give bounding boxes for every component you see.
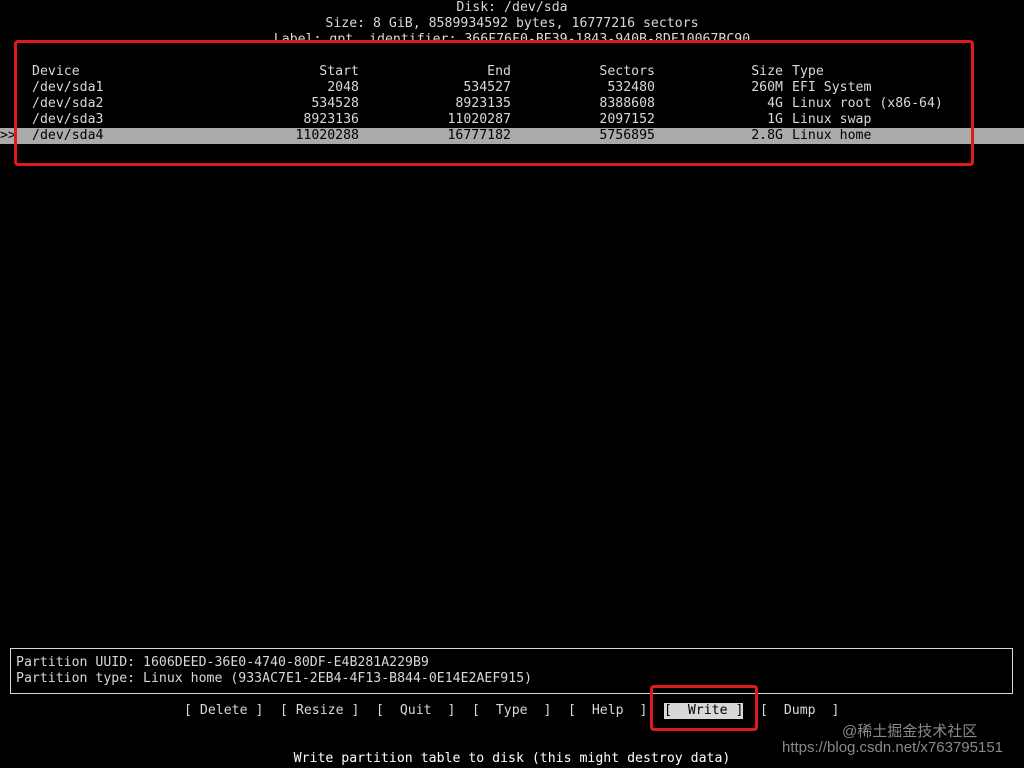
row-type: Linux swap [792, 112, 872, 127]
col-size: Size [751, 64, 783, 79]
help-button[interactable]: [ Help ] [568, 703, 647, 719]
delete-button[interactable]: [ Delete ] [184, 703, 263, 719]
resize-button[interactable]: [ Resize ] [280, 703, 359, 719]
row-device: /dev/sda2 [32, 96, 104, 111]
watermark-line1: @稀土掘金技术社区 [842, 723, 978, 740]
disk-label: Label: gpt, identifier: 366F76F0-BE39-18… [273, 32, 751, 47]
row-size: 1G [767, 112, 783, 127]
write-button[interactable]: [ Write ] [664, 703, 744, 719]
row-start: 534528 [311, 96, 359, 111]
row-sectors: 5756895 [599, 128, 655, 143]
row-sectors: 2097152 [599, 112, 655, 127]
selection-marker: >> [0, 128, 16, 143]
col-device: Device [32, 64, 80, 79]
disk-size: Size: 8 GiB, 8589934592 bytes, 16777216 … [325, 16, 699, 31]
row-start: 8923136 [303, 112, 359, 127]
col-end: End [487, 64, 511, 79]
partition-type: Partition type: Linux home (933AC7E1-2EB… [16, 671, 533, 686]
row-type: EFI System [792, 80, 872, 95]
row-sectors: 8388608 [599, 96, 655, 111]
col-type: Type [792, 64, 824, 79]
row-end: 11020287 [447, 112, 511, 127]
disk-title: Disk: /dev/sda [456, 0, 568, 15]
row-device: /dev/sda4 [32, 128, 104, 143]
row-end: 16777182 [447, 128, 511, 143]
row-size: 4G [767, 96, 783, 111]
row-end: 8923135 [455, 96, 511, 111]
row-device: /dev/sda1 [32, 80, 104, 95]
row-size: 2.8G [751, 128, 783, 143]
row-device: /dev/sda3 [32, 112, 104, 127]
row-type: Linux home [792, 128, 872, 143]
quit-button[interactable]: [ Quit ] [376, 703, 455, 719]
dump-button[interactable]: [ Dump ] [760, 703, 839, 719]
watermark-line2: https://blog.csdn.net/x763795151 [782, 739, 1004, 756]
row-size: 260M [751, 80, 783, 95]
partition-uuid: Partition UUID: 1606DEED-36E0-4740-80DF-… [16, 655, 429, 670]
row-start: 11020288 [295, 128, 359, 143]
row-start: 2048 [327, 80, 359, 95]
row-type: Linux root (x86-64) [792, 96, 943, 111]
row-sectors: 532480 [607, 80, 655, 95]
row-end: 534527 [463, 80, 511, 95]
col-start: Start [319, 64, 359, 79]
col-sectors: Sectors [599, 64, 655, 79]
type-button[interactable]: [ Type ] [472, 703, 551, 719]
